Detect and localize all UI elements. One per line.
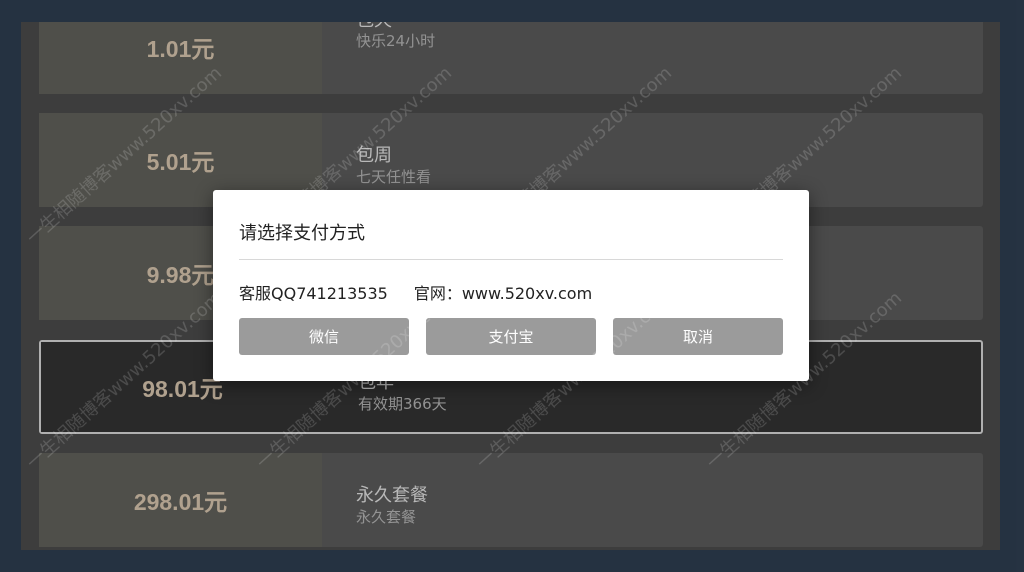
cancel-button[interactable]: 取消 xyxy=(613,318,783,355)
alipay-button[interactable]: 支付宝 xyxy=(426,318,596,355)
contact-text: 客服QQ741213535 xyxy=(239,284,388,303)
website-text: 官网：www.520xv.com xyxy=(413,284,593,303)
dialog-title: 请选择支付方式 xyxy=(239,223,365,244)
dialog-divider xyxy=(239,259,783,260)
wechat-pay-button[interactable]: 微信 xyxy=(239,318,409,355)
payment-dialog: 请选择支付方式 客服QQ741213535 官网：www.520xv.com 微信… xyxy=(213,190,809,381)
dialog-info: 客服QQ741213535 官网：www.520xv.com xyxy=(239,280,592,304)
